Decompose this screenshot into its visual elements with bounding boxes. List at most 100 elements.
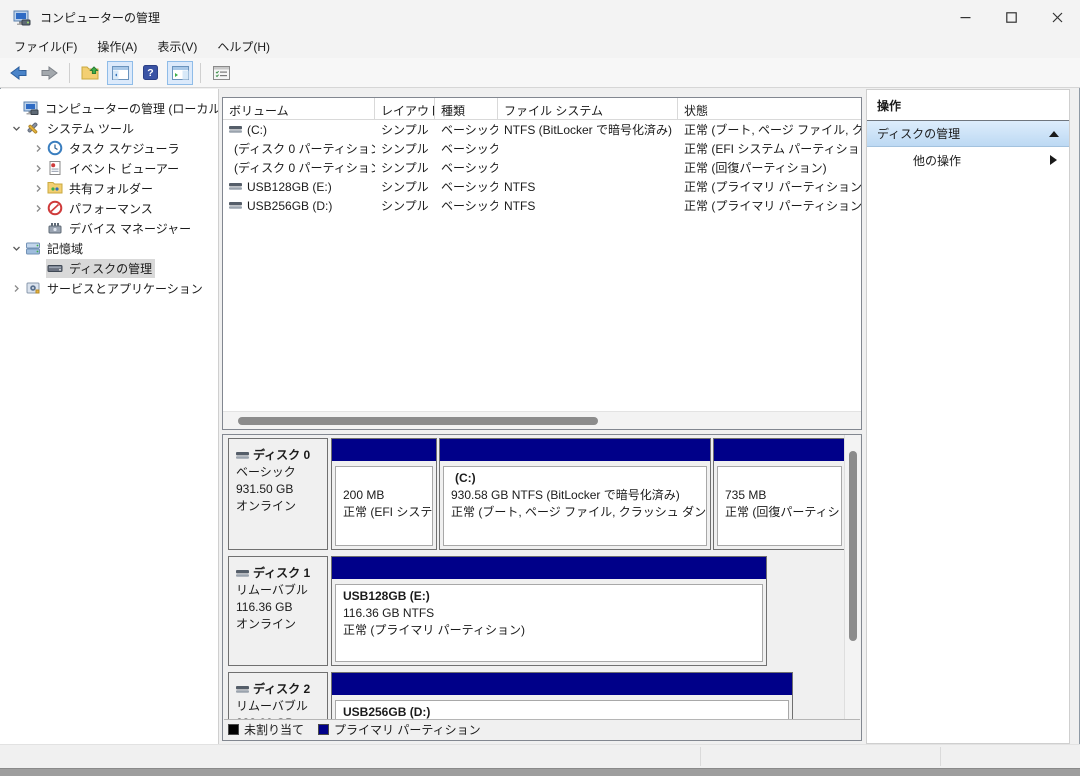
toolbar-separator bbox=[200, 63, 201, 83]
chevron-right-icon[interactable] bbox=[8, 284, 24, 293]
partition-c[interactable]: (C:) 930.58 GB NTFS (BitLocker で暗号化済み) 正… bbox=[439, 438, 711, 550]
tree-item-system-tools[interactable]: システム ツール bbox=[0, 118, 218, 138]
tree-item-task-scheduler[interactable]: タスク スケジューラ bbox=[0, 138, 218, 158]
partition-color-bar bbox=[714, 439, 844, 461]
status-bar bbox=[0, 744, 1080, 768]
tree-item-event-viewer[interactable]: イベント ビューアー bbox=[0, 158, 218, 178]
column-header-volume[interactable]: ボリューム bbox=[223, 98, 375, 119]
forward-icon[interactable] bbox=[36, 61, 62, 85]
partition-usb256gb[interactable]: USB256GB (D:) 233.00 GB NTFS 正常 (プライマリ パ… bbox=[331, 672, 793, 719]
chevron-right-icon[interactable] bbox=[30, 164, 46, 173]
primary-partition-swatch bbox=[318, 724, 329, 735]
more-actions-item[interactable]: 他の操作 bbox=[867, 147, 1069, 173]
tree-item-disk-management[interactable]: ディスクの管理 bbox=[0, 258, 218, 278]
menu-action[interactable]: 操作(A) bbox=[87, 35, 147, 58]
console-tree: コンピューターの管理 (ローカル) システム ツール タスク スケジューラ bbox=[0, 89, 219, 744]
system-tools-icon bbox=[25, 120, 42, 136]
statusbar-divider bbox=[700, 747, 701, 766]
unallocated-swatch bbox=[228, 724, 239, 735]
menu-file[interactable]: ファイル(F) bbox=[4, 35, 87, 58]
volume-row-disk0-part1[interactable]: (ディスク 0 パーティション 1) シンプル ベーシック 正常 (EFI シス… bbox=[223, 139, 861, 158]
disk-icon bbox=[236, 569, 249, 578]
volume-row-disk0-part4[interactable]: (ディスク 0 パーティション 4) シンプル ベーシック 正常 (回復パーティ… bbox=[223, 158, 861, 177]
disk1-label[interactable]: ディスク 1 リムーバブル 116.36 GB オンライン bbox=[228, 556, 328, 666]
tree-label: タスク スケジューラ bbox=[69, 140, 180, 157]
shared-folder-icon bbox=[47, 180, 64, 196]
tree-item-shared-folders[interactable]: 共有フォルダー bbox=[0, 178, 218, 198]
tree-label: サービスとアプリケーション bbox=[47, 280, 203, 297]
disk-icon bbox=[236, 451, 249, 460]
chevron-down-icon[interactable] bbox=[8, 244, 24, 253]
back-icon[interactable] bbox=[6, 61, 32, 85]
show-console-tree-icon[interactable] bbox=[107, 61, 133, 85]
tree-item-storage[interactable]: 記憶域 bbox=[0, 238, 218, 258]
column-header-type[interactable]: 種類 bbox=[435, 98, 498, 119]
disk-management-view: ボリューム レイアウト 種類 ファイル システム 状態 (C:) シンプル ベー… bbox=[219, 88, 865, 744]
volume-row-c[interactable]: (C:) シンプル ベーシック NTFS (BitLocker で暗号化済み) … bbox=[223, 120, 861, 139]
window-bottom-edge bbox=[0, 768, 1080, 776]
legend-primary-partition: プライマリ パーティション bbox=[318, 721, 481, 738]
storage-icon bbox=[25, 240, 42, 256]
volume-icon bbox=[229, 182, 242, 191]
toolbar: ? bbox=[0, 58, 1080, 88]
disk-row-1: ディスク 1 リムーバブル 116.36 GB オンライン USB128GB (… bbox=[226, 556, 842, 666]
disk-icon bbox=[236, 685, 249, 694]
scrollbar-thumb[interactable] bbox=[238, 417, 598, 425]
actions-group-disk-management[interactable]: ディスクの管理 bbox=[867, 121, 1069, 147]
horizontal-scrollbar[interactable] bbox=[223, 411, 861, 429]
tree-label: ディスクの管理 bbox=[69, 260, 152, 277]
menu-view[interactable]: 表示(V) bbox=[147, 35, 207, 58]
statusbar-divider bbox=[940, 747, 941, 766]
chevron-right-icon[interactable] bbox=[30, 144, 46, 153]
tree-label: 記憶域 bbox=[47, 240, 83, 257]
tree-label: パフォーマンス bbox=[69, 200, 153, 217]
up-folder-icon[interactable] bbox=[77, 61, 103, 85]
volume-list: ボリューム レイアウト 種類 ファイル システム 状態 (C:) シンプル ベー… bbox=[222, 97, 862, 430]
chevron-right-icon[interactable] bbox=[30, 184, 46, 193]
legend: 未割り当て プライマリ パーティション bbox=[224, 719, 860, 739]
partition-recovery[interactable]: 735 MB 正常 (回復パーティション) bbox=[713, 438, 844, 550]
disk-management-icon bbox=[47, 260, 64, 276]
device-manager-icon bbox=[47, 220, 64, 236]
title-bar: コンピューターの管理 bbox=[0, 0, 1080, 35]
tree-item-device-manager[interactable]: デバイス マネージャー bbox=[0, 218, 218, 238]
partition-usb128gb[interactable]: USB128GB (E:) 116.36 GB NTFS 正常 (プライマリ パ… bbox=[331, 556, 767, 666]
close-button[interactable] bbox=[1034, 0, 1080, 35]
menu-help[interactable]: ヘルプ(H) bbox=[207, 35, 280, 58]
disk-row-2: ディスク 2 リムーバブル 233.00 GB オンライン USB256GB (… bbox=[226, 672, 842, 719]
partition-color-bar bbox=[332, 557, 766, 579]
tree-item-computer-management[interactable]: コンピューターの管理 (ローカル) bbox=[0, 98, 218, 118]
actions-pane: 操作 ディスクの管理 他の操作 bbox=[866, 89, 1070, 744]
help-icon[interactable]: ? bbox=[137, 61, 163, 85]
show-action-pane-icon[interactable] bbox=[167, 61, 193, 85]
disk2-label[interactable]: ディスク 2 リムーバブル 233.00 GB オンライン bbox=[228, 672, 328, 719]
app-icon bbox=[13, 9, 31, 27]
chevron-right-icon[interactable] bbox=[30, 204, 46, 213]
maximize-button[interactable] bbox=[988, 0, 1034, 35]
volume-icon bbox=[229, 201, 242, 210]
disk0-label[interactable]: ディスク 0 ベーシック 931.50 GB オンライン bbox=[228, 438, 328, 550]
partition-efi[interactable]: 200 MB 正常 (EFI システム パーティション) bbox=[331, 438, 437, 550]
performance-icon bbox=[47, 200, 64, 216]
event-viewer-icon bbox=[47, 160, 64, 176]
minimize-button[interactable] bbox=[942, 0, 988, 35]
tree-item-services-applications[interactable]: サービスとアプリケーション bbox=[0, 278, 218, 298]
chevron-down-icon[interactable] bbox=[8, 124, 24, 133]
submenu-arrow-icon bbox=[1050, 155, 1057, 165]
column-header-filesystem[interactable]: ファイル システム bbox=[498, 98, 678, 119]
graphical-view: ディスク 0 ベーシック 931.50 GB オンライン 200 MB 正常 (… bbox=[222, 434, 862, 741]
volume-icon bbox=[229, 125, 242, 134]
scrollbar-thumb[interactable] bbox=[849, 451, 857, 641]
tree-item-performance[interactable]: パフォーマンス bbox=[0, 198, 218, 218]
properties-icon[interactable] bbox=[208, 61, 234, 85]
column-header-status[interactable]: 状態 bbox=[678, 98, 861, 119]
volume-row-usb128gb[interactable]: USB128GB (E:) シンプル ベーシック NTFS 正常 (プライマリ … bbox=[223, 177, 861, 196]
menu-bar: ファイル(F) 操作(A) 表示(V) ヘルプ(H) bbox=[0, 35, 1080, 58]
collapse-icon[interactable] bbox=[1049, 131, 1059, 137]
column-header-layout[interactable]: レイアウト bbox=[375, 98, 435, 119]
volume-row-usb256gb[interactable]: USB256GB (D:) シンプル ベーシック NTFS 正常 (プライマリ … bbox=[223, 196, 861, 215]
services-icon bbox=[25, 280, 42, 296]
task-scheduler-icon bbox=[47, 140, 64, 156]
svg-text:?: ? bbox=[147, 67, 153, 79]
vertical-scrollbar[interactable] bbox=[844, 435, 860, 719]
